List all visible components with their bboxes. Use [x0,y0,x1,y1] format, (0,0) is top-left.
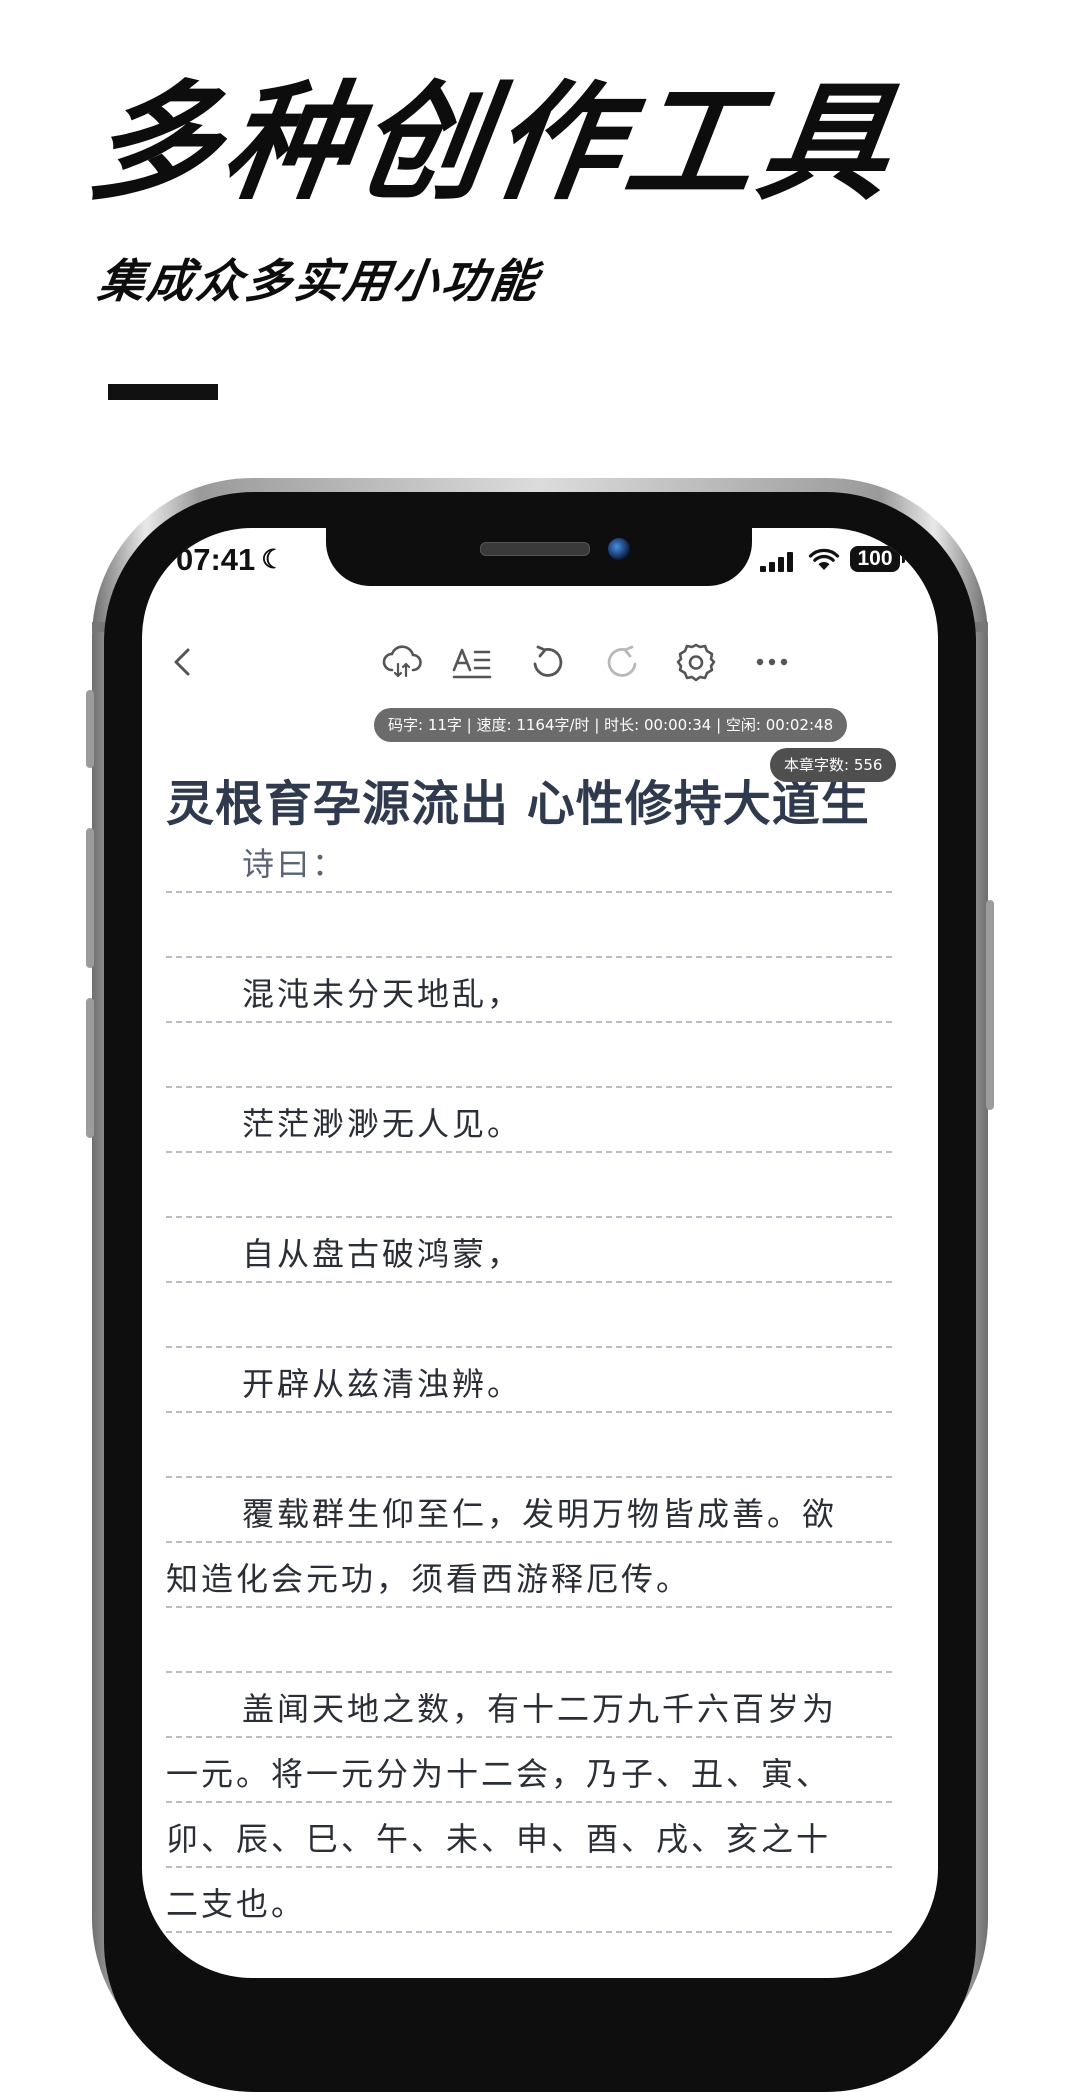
phone-screen: 07:41 ☾ 100 码字: 11字 | 速度: 1164字/时 | 时长: … [142,528,938,1978]
front-camera [608,538,630,560]
promo-title: 多种创作工具 [80,69,906,218]
editor-line: 卯、辰、巳、午、未、申、酉、戌、亥之十 [166,1803,892,1868]
antenna-band [974,622,988,632]
editor-line: 知造化会元功，须看西游释厄传。 [166,1543,892,1608]
editor-line [166,1413,892,1478]
promo-divider [108,384,218,400]
back-icon[interactable] [160,638,208,686]
redo-icon[interactable] [598,638,646,686]
editor-line [166,893,892,958]
signal-icon [760,552,798,572]
notch [326,528,752,586]
editor-line: 混沌未分天地乱， [166,958,892,1023]
editor-line: 开辟从兹清浊辨。 [166,1348,892,1413]
battery-icon: 100 [850,546,905,572]
editor-line [166,1153,892,1218]
status-time: 07:41 ☾ [176,542,285,578]
promo-subtitle: 集成众多实用小功能 [94,254,544,308]
volume-down-button [86,998,94,1138]
editor-line: 覆载群生仰至仁，发明万物皆成善。欲 [166,1478,892,1543]
volume-up-button [86,828,94,968]
editor-line [166,1023,892,1088]
editor-line: 盖闻天地之数，有十二万九千六百岁为 [166,1673,892,1738]
earpiece-speaker [480,542,590,556]
editor-line: 自从盘古破鸿蒙， [166,1218,892,1283]
cloud-sync-icon[interactable] [378,638,426,686]
editor-line [166,1283,892,1348]
writing-stats-badge: 码字: 11字 | 速度: 1164字/时 | 时长: 00:00:34 | 空… [374,708,848,742]
more-icon[interactable] [748,638,796,686]
chapter-title[interactable]: 灵根育孕源流出 心性修持大道生 [166,764,870,834]
editor-line: 诗曰： [166,828,892,893]
text-editor[interactable]: 诗曰： 混沌未分天地乱， 茫茫渺渺无人见。 自从盘古破鸿蒙， 开辟从兹清浊辨。 … [166,828,892,1933]
font-format-icon[interactable] [448,638,496,686]
editor-line: 一元。将一元分为十二会，乃子、丑、寅、 [166,1738,892,1803]
wifi-icon [808,548,840,570]
editor-line [166,1608,892,1673]
undo-icon[interactable] [524,638,572,686]
status-time-text: 07:41 [176,542,256,577]
mute-switch [86,690,94,768]
moon-icon: ☾ [261,544,285,574]
settings-icon[interactable] [672,638,720,686]
editor-line: 茫茫渺渺无人见。 [166,1088,892,1153]
power-button [986,900,994,1110]
chapter-word-count-badge: 本章字数: 556 [770,748,897,782]
editor-line: 二支也。 [166,1868,892,1933]
